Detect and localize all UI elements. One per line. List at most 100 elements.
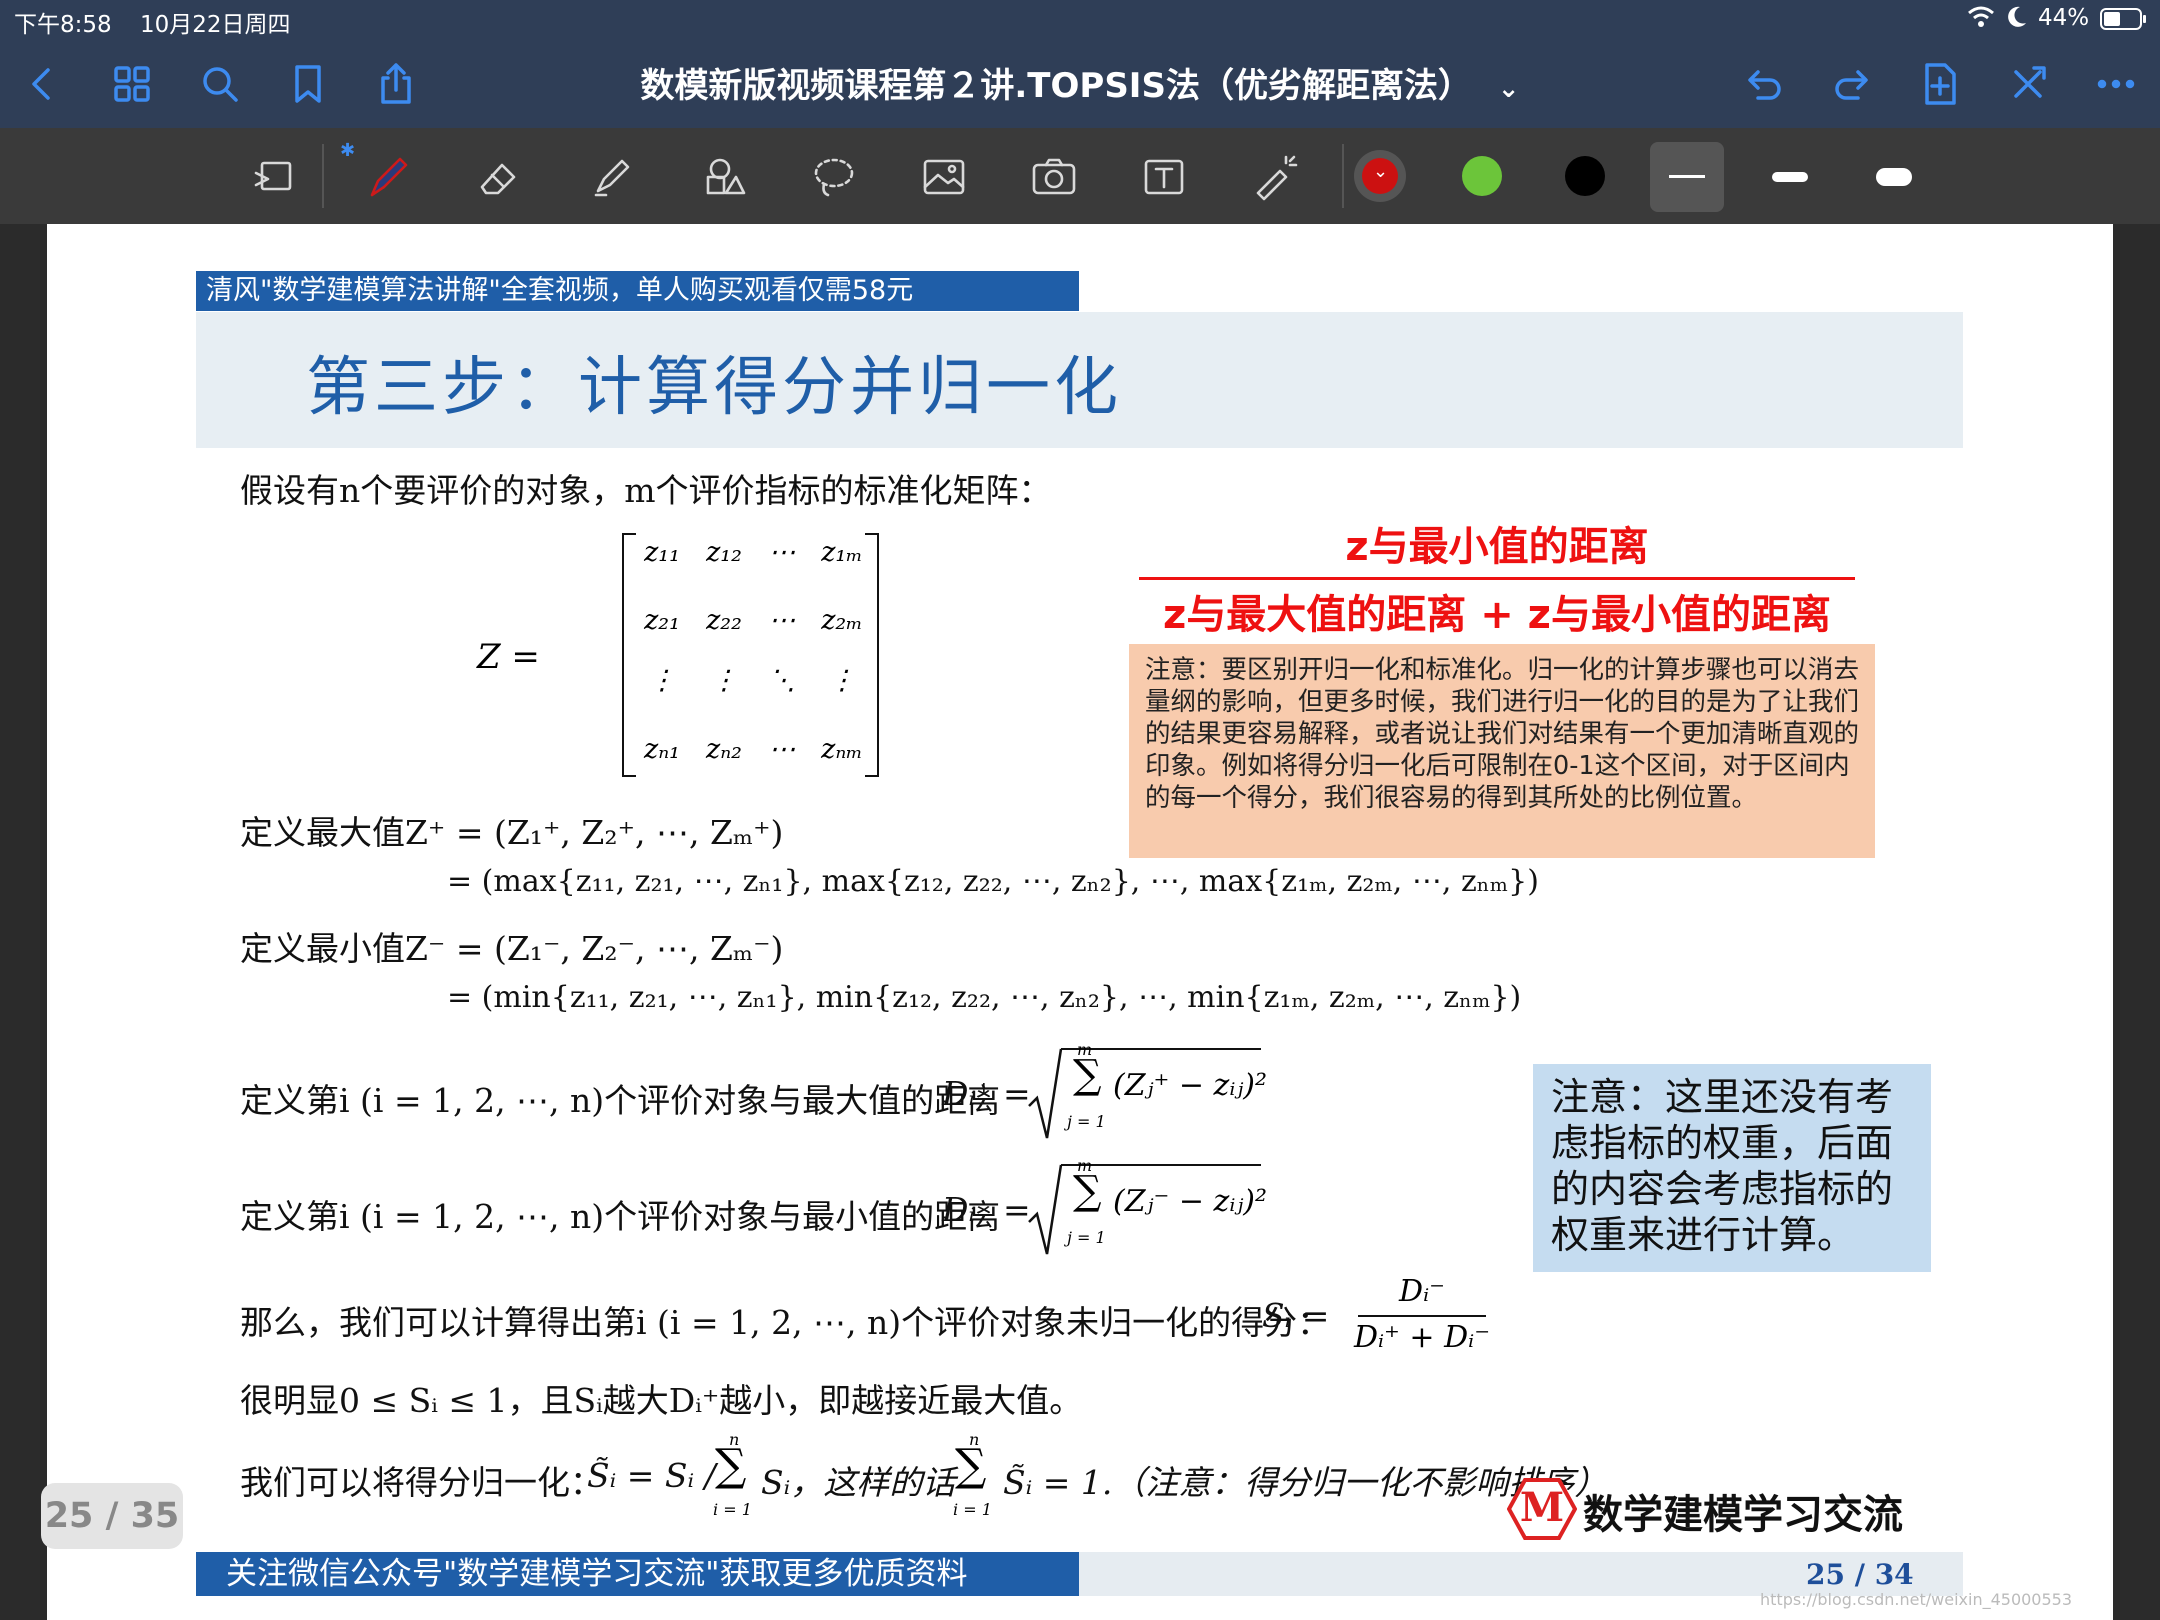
highlighter-icon[interactable] bbox=[582, 148, 642, 206]
min-definition-line1: 定义最小值Z⁻ = (Z₁⁻, Z₂⁻, ⋯, Zₘ⁻) bbox=[240, 929, 784, 968]
slide-page[interactable]: 清风"数学建模算法讲解"全套视频，单人购买观看仅需58元 第三步：计算得分并归一… bbox=[47, 224, 2113, 1620]
note-weights: 注意：这里还没有考虑指标的权重，后面的内容会考虑指标的权重来进行计算。 bbox=[1533, 1064, 1931, 1272]
dminus-lhs: Dᵢ⁻ = bbox=[942, 1190, 1031, 1229]
image-icon[interactable] bbox=[914, 148, 974, 206]
matrix-cell: ⋱ bbox=[768, 665, 796, 696]
battery-icon bbox=[2100, 7, 2148, 37]
read-mode-icon[interactable] bbox=[244, 148, 304, 206]
fraction-bar bbox=[1139, 577, 1855, 580]
normalize-label: 我们可以将得分归一化： bbox=[240, 1463, 603, 1502]
chevron-down-icon: ⌄ bbox=[1373, 161, 1389, 182]
dplus-sum-top: m bbox=[1077, 1040, 1093, 1059]
score-fraction: Dᵢ⁻ Dᵢ⁺ + Dᵢ⁻ bbox=[1352, 1274, 1492, 1360]
sigma-symbol: ∑ bbox=[715, 1440, 747, 1491]
lasso-icon[interactable] bbox=[804, 148, 864, 206]
status-time: 下午8:58 bbox=[14, 12, 112, 38]
color-swatch-red[interactable]: ⌄ bbox=[1362, 158, 1398, 194]
page-indicator[interactable]: 25 / 35 bbox=[41, 1483, 183, 1549]
max-definition-line1: 定义最大值Z⁺ = (Z₁⁺, Z₂⁺, ⋯, Zₘ⁺) bbox=[240, 813, 784, 852]
bluetooth-icon: ✱ bbox=[340, 140, 356, 161]
max-definition-line2: = (max{z₁₁, z₂₁, ⋯, zₙ₁}, max{z₁₂, z₂₂, … bbox=[447, 864, 1539, 899]
title-band: 第三步：计算得分并归一化 bbox=[196, 312, 1963, 448]
add-page-icon[interactable] bbox=[1912, 56, 1968, 112]
document-title-text: 数模新版视频课程第２讲.TOPSIS法（优劣解距离法） bbox=[640, 66, 1472, 106]
score-numerator: Dᵢ⁻ bbox=[1399, 1274, 1445, 1309]
logo-text: 数学建模学习交流 bbox=[1583, 1492, 1903, 1538]
watermark-url: https://blog.csdn.net/weixin_45000553 bbox=[1760, 1590, 2073, 1609]
matrix-lhs: Z = bbox=[477, 637, 540, 677]
intro-text: 假设有n个要评价的对象，m个评价指标的标准化矩阵： bbox=[240, 471, 1052, 510]
fraction-denominator: z与最大值的距离 + z与最小值的距离 bbox=[1163, 592, 1831, 638]
range-statement: 很明显0 ≤ Sᵢ ≤ 1，且Sᵢ越大Dᵢ⁺越小，即越接近最大值。 bbox=[240, 1381, 1083, 1420]
matrix-cell: zₙₘ bbox=[821, 734, 863, 765]
wifi-icon bbox=[1966, 3, 1996, 35]
toolbar-divider bbox=[322, 144, 324, 208]
top-bar: 下午8:58 10月22日周四 44% 数模新版视频课程第２讲.TOPSIS法（… bbox=[0, 0, 2160, 128]
matrix-cell: z₁₂ bbox=[706, 537, 742, 568]
matrix-cell: z₂₁ bbox=[644, 605, 680, 636]
note-normalization: 注意：要区别开归一化和标准化。归一化的计算步骤也可以消去量纲的影响，但更多时候，… bbox=[1129, 644, 1875, 858]
matrix-cell: z₂ₘ bbox=[821, 605, 863, 636]
score-lhs: Sᵢ = bbox=[1262, 1296, 1330, 1335]
sum-bottom: i = 1 bbox=[713, 1500, 752, 1519]
dminus-term: (Zⱼ⁻ − zᵢⱼ)² bbox=[1113, 1184, 1268, 1219]
color-swatch-black[interactable] bbox=[1565, 156, 1605, 196]
min-definition-line2: = (min{z₁₁, z₂₁, ⋯, zₙ₁}, min{z₁₂, z₂₂, … bbox=[447, 980, 1522, 1015]
nav-bar: 数模新版视频课程第２讲.TOPSIS法（优劣解距离法） ⌄ bbox=[0, 38, 2160, 128]
redo-icon[interactable] bbox=[1824, 56, 1880, 112]
dplus-definition-text: 定义第i (i = 1, 2, ⋯, n)个评价对象与最大值的距离 bbox=[240, 1081, 1001, 1120]
dplus-lhs: Dᵢ⁺ = bbox=[942, 1074, 1031, 1113]
score-denominator: Dᵢ⁺ + Dᵢ⁻ bbox=[1353, 1320, 1491, 1355]
more-icon[interactable] bbox=[2088, 56, 2144, 112]
color-swatch-green[interactable] bbox=[1462, 156, 1502, 196]
pen-icon[interactable] bbox=[358, 148, 418, 206]
text-box-icon[interactable] bbox=[1134, 148, 1194, 206]
slide-title: 第三步：计算得分并归一化 bbox=[306, 351, 1122, 425]
close-tools-icon[interactable] bbox=[2000, 56, 2056, 112]
normalize-sum-2: n ∑ i = 1 bbox=[949, 1430, 1009, 1520]
score-text: 那么，我们可以计算得出第i (i = 1, 2, ⋯, n)个评价对象未归一化的… bbox=[240, 1303, 1331, 1342]
logo-letter: M bbox=[1519, 1484, 1565, 1531]
camera-icon[interactable] bbox=[1024, 148, 1084, 206]
dplus-term: (Zⱼ⁺ − zᵢⱼ)² bbox=[1113, 1068, 1268, 1103]
shapes-icon[interactable] bbox=[694, 148, 754, 206]
line-width-medium[interactable] bbox=[1772, 172, 1808, 182]
chevron-down-icon: ⌄ bbox=[1497, 74, 1520, 104]
battery-percent: 44% bbox=[2038, 5, 2090, 31]
matrix-cell: ⋮ bbox=[710, 665, 738, 696]
dplus-sum-bottom: j = 1 bbox=[1067, 1112, 1106, 1131]
sigma-symbol: ∑ bbox=[955, 1440, 987, 1491]
drawing-toolbar: ✱ ⌄ bbox=[0, 128, 2160, 224]
matrix-cell: ⋯ bbox=[768, 537, 796, 568]
normalize-formula-a: S̃ᵢ = Sᵢ / bbox=[587, 1456, 716, 1495]
logo-mark: M bbox=[1506, 1478, 1578, 1540]
moon-icon bbox=[2006, 5, 2028, 35]
normalize-formula-b: Sᵢ，这样的话 bbox=[761, 1463, 956, 1502]
line-width-thick[interactable] bbox=[1876, 168, 1912, 186]
matrix-cell: zₙ₁ bbox=[644, 734, 680, 765]
normalize-sum-1: n ∑ i = 1 bbox=[709, 1430, 769, 1520]
dminus-sqrt: ∑ m j = 1 (Zⱼ⁻ − zᵢⱼ)² bbox=[1027, 1156, 1268, 1257]
matrix-cell: ⋮ bbox=[828, 665, 856, 696]
status-date: 10月22日周四 bbox=[140, 12, 291, 38]
matrix-block: Z = z₁₁ z₁₂ ⋯ z₁ₘ z₂₁ z₂₂ ⋯ z₂ₘ ⋮ ⋮ ⋱ ⋮ … bbox=[477, 529, 897, 799]
matrix-cell: z₂₂ bbox=[706, 605, 742, 636]
toolbar-divider bbox=[1342, 144, 1344, 208]
line-width-thin[interactable] bbox=[1650, 142, 1724, 212]
matrix-cell: zₙ₂ bbox=[706, 734, 742, 765]
promo-banner: 清风"数学建模算法讲解"全套视频，单人购买观看仅需58元 bbox=[196, 271, 1079, 311]
matrix-cell: z₁ₘ bbox=[821, 537, 863, 568]
sum-bottom: i = 1 bbox=[953, 1500, 992, 1519]
footer-page-number: 25 / 34 bbox=[1806, 1558, 1914, 1591]
status-bar: 下午8:58 10月22日周四 44% bbox=[0, 0, 2160, 38]
matrix-cell: ⋯ bbox=[768, 605, 796, 636]
dminus-sum-bottom: j = 1 bbox=[1067, 1228, 1106, 1247]
undo-icon[interactable] bbox=[1736, 56, 1792, 112]
laser-pointer-icon[interactable] bbox=[1244, 148, 1304, 206]
matrix-cell: z₁₁ bbox=[644, 537, 680, 568]
matrix-cell: ⋯ bbox=[768, 734, 796, 765]
matrix-cells: z₁₁ z₁₂ ⋯ z₁ₘ z₂₁ z₂₂ ⋯ z₂ₘ ⋮ ⋮ ⋱ ⋮ zₙ₁ … bbox=[632, 529, 872, 779]
fraction-numerator: z与最小值的距离 bbox=[1345, 524, 1649, 570]
dminus-definition-text: 定义第i (i = 1, 2, ⋯, n)个评价对象与最小值的距离 bbox=[240, 1197, 1001, 1236]
eraser-icon[interactable] bbox=[470, 148, 530, 206]
